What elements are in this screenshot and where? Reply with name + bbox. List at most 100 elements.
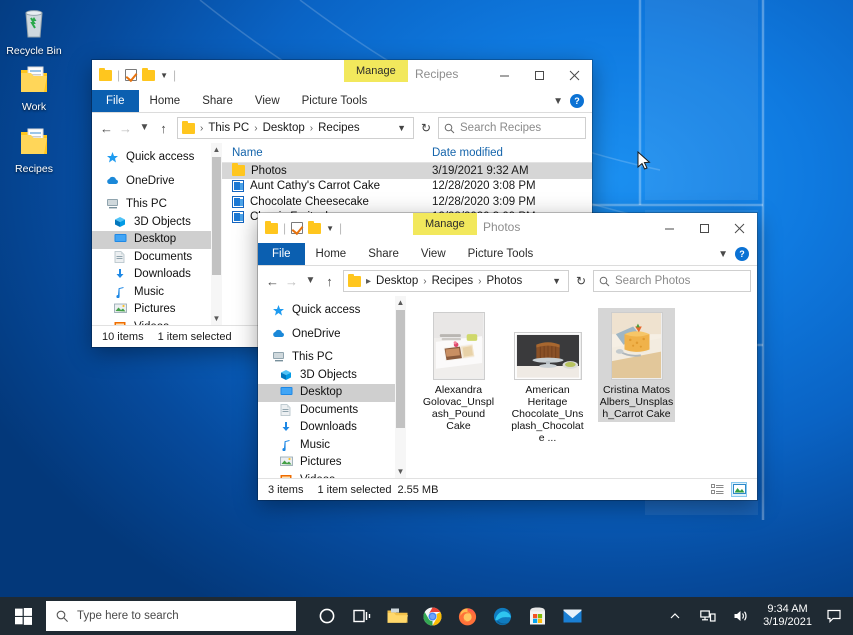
new-folder-icon[interactable] [308,223,321,234]
edge-icon[interactable] [491,605,513,627]
firefox-icon[interactable] [456,605,478,627]
desktop[interactable]: Recycle Bin Work Recip [0,0,853,635]
system-tray[interactable]: 9:34 AM 3/19/2021 [664,603,853,629]
nav-item-pictures[interactable]: Pictures [258,454,406,472]
ribbon-photos[interactable]: File Home Share View Picture Tools ▼ ? [258,243,757,266]
ribbon-tab-share[interactable]: Share [357,243,410,265]
breadcrumb-this-pc[interactable]: This PC [208,122,249,134]
mail-icon[interactable] [561,605,583,627]
details-view-icon[interactable] [709,482,725,497]
desktop-icon-recipes[interactable]: Recipes [3,124,65,175]
thumbnail-view-photos[interactable]: Alexandra Golovac_Unsplash_Pound Cake [406,296,757,478]
breadcrumb-recipes[interactable]: Recipes [432,275,474,287]
nav-pane-scrollbar[interactable]: ▲ ▼ [211,143,222,325]
search-box-photos[interactable]: Search Photos [593,270,751,292]
titlebar-photos[interactable]: | ▼ | Manage Photos [258,213,757,243]
explorer-window-photos[interactable]: | ▼ | Manage Photos [258,213,757,500]
table-row[interactable]: Chocolate Cheesecake 12/28/2020 3:09 PM [222,194,592,210]
nav-item-quick-access[interactable]: Quick access [258,302,406,320]
column-header-name[interactable]: Name [232,147,432,159]
navigation-pane-recipes[interactable]: Quick access OneDrive This PC [92,143,222,325]
desktop-icon-recycle-bin[interactable]: Recycle Bin [3,6,65,57]
quick-access-toolbar[interactable]: | ▼ | [258,221,342,235]
taskbar[interactable]: Type here to search [0,597,853,635]
help-icon[interactable]: ? [735,247,749,261]
task-view-icon[interactable] [351,605,373,627]
list-item[interactable]: Cristina Matos Albers_Unsplash_Carrot Ca… [598,308,675,422]
nav-item-desktop[interactable]: Desktop [92,231,222,249]
list-item[interactable]: American Heritage Chocolate_Unsplash_Cho… [509,308,586,444]
context-tab-manage[interactable]: Manage [344,60,408,82]
desktop-icon-work[interactable]: Work [3,62,65,113]
nav-item-documents[interactable]: Documents [258,402,406,420]
titlebar-recipes[interactable]: | ▼ | Manage Recipes [92,60,592,90]
refresh-button[interactable]: ↻ [416,121,436,135]
nav-item-documents[interactable]: Documents [92,249,222,267]
up-button[interactable]: ↑ [155,122,172,135]
properties-icon[interactable] [291,222,303,234]
breadcrumb-recipes[interactable]: Recipes [318,122,360,134]
nav-item-music[interactable]: Music [92,284,222,302]
scroll-up-arrow-icon[interactable]: ▲ [397,298,405,307]
ribbon-tab-picture-tools[interactable]: Picture Tools [457,243,545,265]
breadcrumb-desktop[interactable]: Desktop [263,122,305,134]
scroll-up-arrow-icon[interactable]: ▲ [213,145,221,154]
recent-locations-icon[interactable]: ▼ [302,276,319,286]
volume-icon[interactable] [730,605,752,627]
nav-item-music[interactable]: Music [258,437,406,455]
address-bar-recipes[interactable]: › This PC › Desktop › Recipes ▼ [177,117,414,139]
file-explorer-icon[interactable] [386,605,408,627]
view-mode-buttons[interactable] [709,482,747,497]
nav-item-videos[interactable]: Videos [92,319,222,326]
ribbon-tab-home[interactable]: Home [305,243,358,265]
minimize-button[interactable] [652,213,687,243]
back-button[interactable]: ← [98,122,115,135]
nav-item-onedrive[interactable]: OneDrive [92,173,222,191]
nav-item-videos[interactable]: Videos [258,472,406,479]
ribbon-tab-share[interactable]: Share [191,90,244,112]
nav-pane-scrollbar[interactable]: ▲ ▼ [395,296,406,478]
close-button[interactable] [557,60,592,90]
customize-caret-icon[interactable]: ▼ [160,71,168,80]
scrollbar-thumb[interactable] [396,310,405,428]
ribbon-tab-view[interactable]: View [410,243,457,265]
large-icons-view-icon[interactable] [731,482,747,497]
minimize-button[interactable] [487,60,522,90]
maximize-button[interactable] [687,213,722,243]
column-headers[interactable]: Name Date modified [222,143,592,163]
nav-item-3d-objects[interactable]: 3D Objects [258,367,406,385]
close-button[interactable] [722,213,757,243]
recent-locations-icon[interactable]: ▼ [136,123,153,133]
breadcrumb-desktop[interactable]: Desktop [376,275,418,287]
new-folder-icon[interactable] [142,70,155,81]
show-hidden-icons-chevron[interactable] [664,605,686,627]
ribbon-tab-home[interactable]: Home [139,90,192,112]
search-box-recipes[interactable]: Search Recipes [438,117,586,139]
navigation-bar-photos[interactable]: ← → ▼ ↑ ▸ Desktop › Recipes › Photos ▼ ↻… [258,266,757,296]
navigation-bar-recipes[interactable]: ← → ▼ ↑ › This PC › Desktop › Recipes ▼ … [92,113,592,143]
network-icon[interactable] [697,605,719,627]
refresh-button[interactable]: ↻ [571,274,591,288]
back-button[interactable]: ← [264,275,281,288]
nav-item-this-pc[interactable]: This PC [258,349,406,367]
window-controls[interactable] [652,213,757,243]
nav-item-desktop[interactable]: Desktop [258,384,406,402]
chevron-down-icon[interactable]: ▼ [718,249,728,260]
chrome-icon[interactable] [421,605,443,627]
nav-item-downloads[interactable]: Downloads [258,419,406,437]
taskbar-clock[interactable]: 9:34 AM 3/19/2021 [763,603,812,629]
scroll-down-arrow-icon[interactable]: ▼ [397,467,405,476]
nav-item-quick-access[interactable]: Quick access [92,149,222,167]
ribbon-recipes[interactable]: File Home Share View Picture Tools ▼ ? [92,90,592,113]
maximize-button[interactable] [522,60,557,90]
ribbon-tab-picture-tools[interactable]: Picture Tools [291,90,379,112]
nav-item-downloads[interactable]: Downloads [92,266,222,284]
chevron-down-icon[interactable]: ▼ [553,96,563,107]
nav-item-3d-objects[interactable]: 3D Objects [92,214,222,232]
action-center-icon[interactable] [823,605,845,627]
address-dropdown-icon[interactable]: ▼ [552,276,564,286]
context-tab-manage[interactable]: Manage [413,213,477,235]
customize-caret-icon[interactable]: ▼ [326,224,334,233]
cortana-icon[interactable] [316,605,338,627]
taskbar-pinned-icons[interactable] [296,605,583,627]
